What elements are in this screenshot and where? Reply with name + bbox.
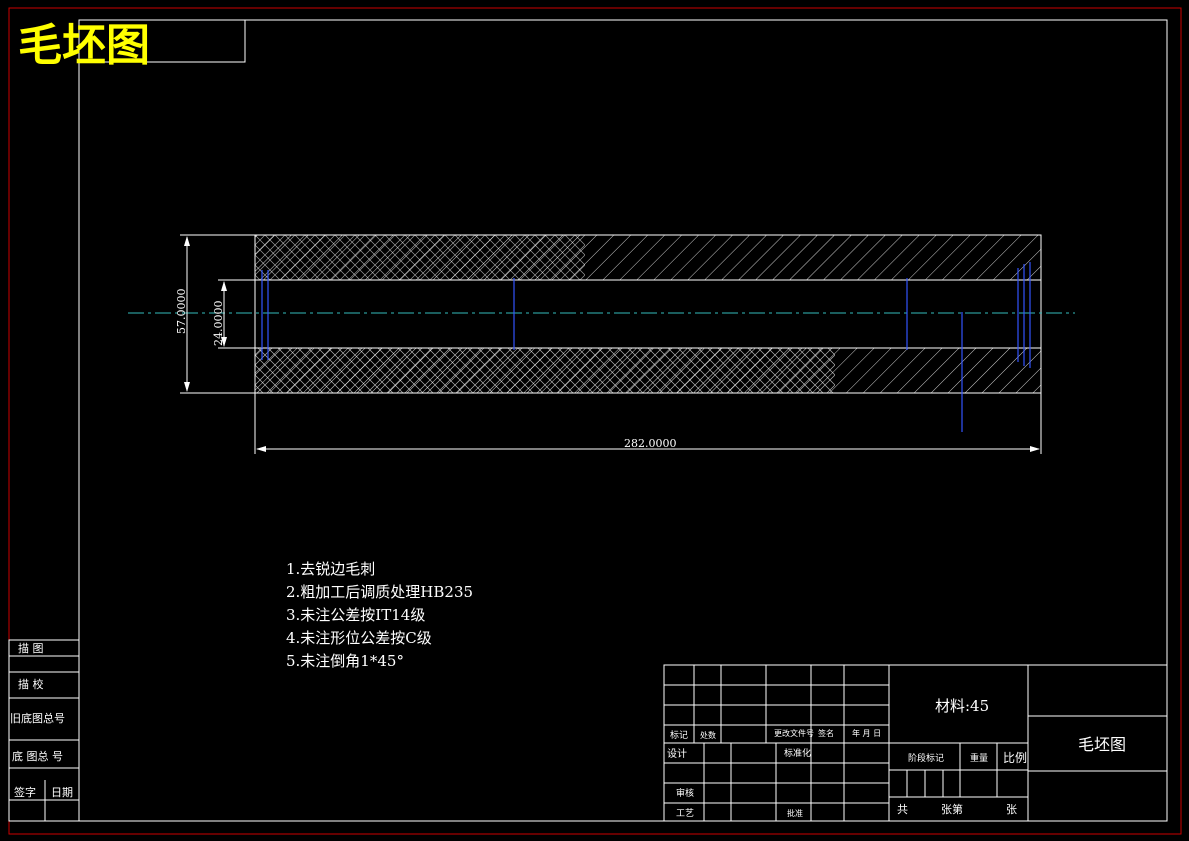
tb-scale: 比例 [1003,751,1027,765]
cad-drawing-sheet: 毛坯图 描 图 描 校 旧底图总号 底 图总 号 签字 日期 57.0000 2… [8,7,1182,835]
note-4: 4.未注形位公差按C级 [286,629,432,647]
drawing-title: 毛坯图 [18,20,150,71]
inner-frame [78,19,1168,822]
tb-drawing-name: 毛坯图 [1078,735,1126,754]
technical-notes: 1.去锐边毛刺 2.粗加工后调质处理HB235 3.未注公差按IT14级 4.未… [286,560,473,670]
tb-design: 设计 [667,747,687,760]
date-label: 日期 [51,786,73,799]
tb-ymd: 年 月 日 [852,728,881,738]
tb-mark: 标记 [670,729,688,741]
tb-material: 材料:45 [935,697,989,715]
title-block: 标记 处数 更改文件号 签名 年 月 日 设计 标准化 审核 工艺 批准 材料:… [663,664,1168,822]
tb-change-doc: 更改文件号 [774,728,814,738]
length-dim: 282.0000 [624,437,677,450]
left-side-table: 描 图 描 校 旧底图总号 底 图总 号 签字 日期 [8,639,80,822]
tb-approve: 批准 [787,808,803,818]
tb-review: 审核 [676,787,694,799]
tb-total: 共 [897,803,908,816]
outer-diameter-dim: 57.0000 [175,289,188,335]
inner-diameter-dim: 24.0000 [212,301,225,347]
tb-count: 处数 [700,730,716,740]
note-3: 3.未注公差按IT14级 [286,606,425,624]
part-view [128,234,1075,432]
tb-sheet: 张 [1006,803,1017,816]
tb-standardize: 标准化 [784,747,811,759]
old-drawing-number-label: 旧底图总号 [10,711,65,725]
note-1: 1.去锐边毛刺 [286,560,375,578]
base-drawing-number-label: 底 图总 号 [12,749,63,763]
upper-wall-xhatch [255,235,585,280]
tb-sheets: 张第 [941,802,963,816]
tb-weight: 重量 [970,752,988,764]
signature-label: 签字 [14,785,36,799]
outer-border [8,7,1182,835]
tb-sign: 签名 [818,728,834,738]
note-5: 5.未注倒角1*45° [286,652,404,670]
bore [255,280,1041,348]
trace-label: 描 图 [18,641,44,655]
note-2: 2.粗加工后调质处理HB235 [286,583,473,601]
proof-label: 描 校 [18,677,44,691]
tb-process: 工艺 [676,808,694,819]
tb-stage-mark: 阶段标记 [908,752,944,764]
lower-wall-xhatch [255,348,835,393]
